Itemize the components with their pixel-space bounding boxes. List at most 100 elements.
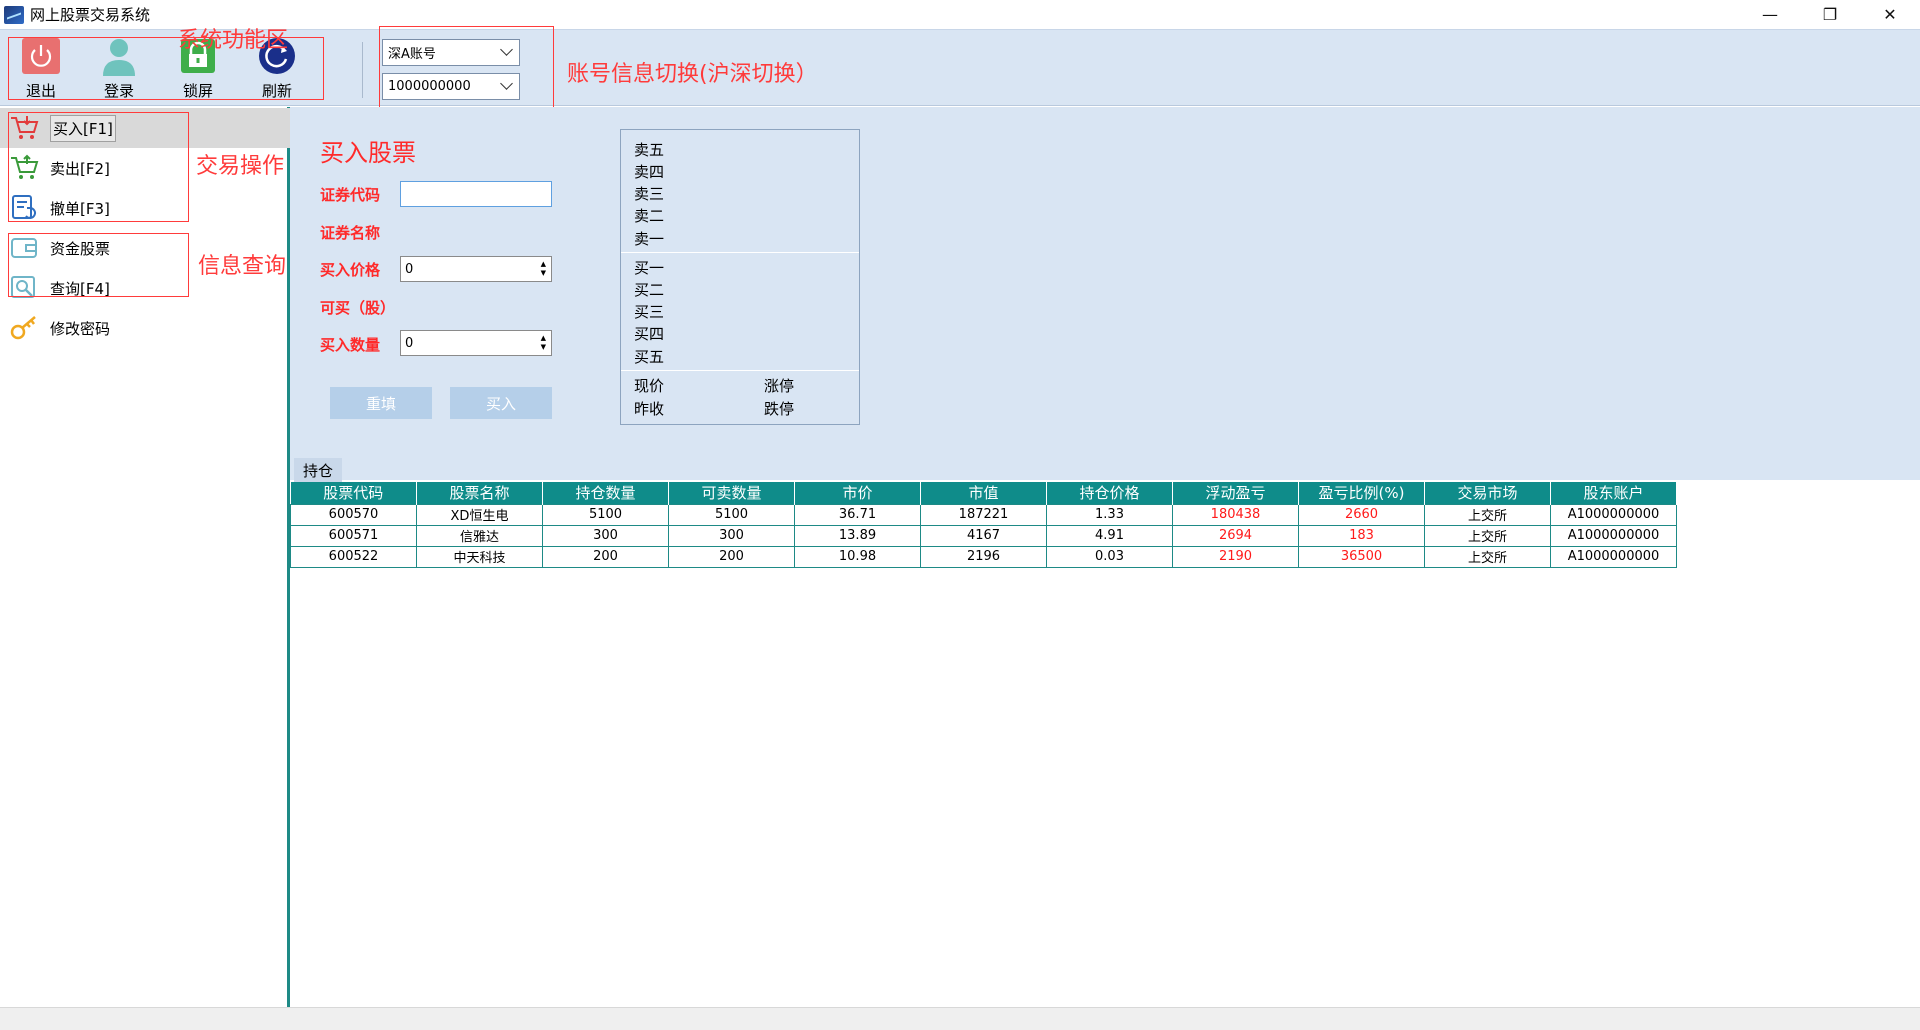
- buy-quantity-label: 买入数量: [320, 336, 381, 354]
- table-cell: 600522: [290, 545, 417, 568]
- column-header[interactable]: 持仓数量: [542, 482, 669, 504]
- sell-level-5: 卖五: [634, 141, 665, 159]
- annotation-box-trade: [8, 112, 189, 222]
- buy-quantity-value: 0: [405, 335, 414, 351]
- table-cell: 上交所: [1424, 503, 1551, 526]
- buy-quantity-stepper[interactable]: 0 ▲ ▼: [400, 330, 552, 356]
- table-row[interactable]: 600570 XD恒生电 5100 5100 36.71 187221 1.33 180438…: [290, 503, 1677, 526]
- holdings-grid-area: 股票代码 股票名称 持仓数量 可卖数量 市价 市值 持仓价格 浮动盈亏 盈亏比例(%) 交易市场股…: [290, 482, 1920, 1007]
- table-cell: A1000000000: [1550, 545, 1677, 568]
- buy-panel: 买入股票 证券代码 证券名称 买入价格 0 ▲ ▼ 可买（股） 买入数量 0 ▲…: [290, 107, 1920, 480]
- table-cell: 300: [542, 524, 669, 547]
- buy-level-5: 买五: [634, 348, 665, 366]
- limit-up-label: 涨停: [764, 377, 795, 395]
- sidebar-item-change-password[interactable]: 修改密码: [0, 308, 290, 348]
- security-name-label: 证券名称: [320, 224, 381, 242]
- buy-price-stepper[interactable]: 0 ▲ ▼: [400, 256, 552, 282]
- table-cell: 10.98: [794, 545, 921, 568]
- sell-level-1: 卖一: [634, 230, 665, 248]
- buy-level-2: 买二: [634, 281, 665, 299]
- column-header[interactable]: 股东账户: [1550, 482, 1677, 504]
- toolbar-separator: [362, 42, 363, 98]
- table-cell: 200: [542, 545, 669, 568]
- status-bar: [0, 1007, 1920, 1030]
- column-header[interactable]: 交易市场: [1424, 482, 1551, 504]
- buy-button[interactable]: 买入: [450, 387, 552, 419]
- table-row[interactable]: 600522 中天科技 200 200 10.98 2196 0.03 2190 36500 上交…: [290, 545, 1677, 568]
- holdings-table: 股票代码 股票名称 持仓数量 可卖数量 市价 市值 持仓价格 浮动盈亏 盈亏比例(%) 交易市场股…: [290, 482, 1677, 568]
- table-cell: 1.33: [1046, 503, 1173, 526]
- security-code-input[interactable]: [400, 181, 552, 207]
- table-cell: 13.89: [794, 524, 921, 547]
- table-cell: 600571: [290, 524, 417, 547]
- table-cell: A1000000000: [1550, 503, 1677, 526]
- sell-level-3: 卖三: [634, 185, 665, 203]
- limit-down-label: 跌停: [764, 400, 795, 418]
- app-logo-icon: [4, 5, 24, 24]
- column-header[interactable]: 浮动盈亏: [1172, 482, 1299, 504]
- annotation-system-area: 系统功能区: [178, 28, 289, 53]
- quote-divider: [621, 370, 859, 371]
- table-cell: 36500: [1298, 545, 1425, 568]
- spin-up-icon[interactable]: ▲: [541, 335, 546, 342]
- window-title: 网上股票交易系统: [30, 6, 151, 24]
- tab-holdings[interactable]: 持仓: [294, 458, 342, 482]
- sell-level-4: 卖四: [634, 163, 665, 181]
- table-cell: 180438: [1172, 503, 1299, 526]
- column-header[interactable]: 持仓价格: [1046, 482, 1173, 504]
- annotation-box-account: [379, 26, 554, 117]
- table-cell: 2196: [920, 545, 1047, 568]
- column-header[interactable]: 市值: [920, 482, 1047, 504]
- table-cell: 4.91: [1046, 524, 1173, 547]
- table-cell: 300: [668, 524, 795, 547]
- restore-button[interactable]: ❐: [1800, 0, 1860, 29]
- annotation-info-query: 信息查询: [198, 254, 287, 279]
- buy-level-3: 买三: [634, 303, 665, 321]
- buy-price-value: 0: [405, 261, 414, 277]
- table-cell: A1000000000: [1550, 524, 1677, 547]
- column-header[interactable]: 市价: [794, 482, 921, 504]
- quote-divider: [621, 252, 859, 253]
- annotation-trade-ops: 交易操作: [196, 154, 285, 179]
- buy-price-label: 买入价格: [320, 261, 381, 279]
- table-cell: 4167: [920, 524, 1047, 547]
- sidebar-item-label: 修改密码: [50, 319, 111, 338]
- table-cell: 200: [668, 545, 795, 568]
- reset-button[interactable]: 重填: [330, 387, 432, 419]
- table-cell: 上交所: [1424, 524, 1551, 547]
- available-shares-label: 可买（股）: [320, 299, 396, 317]
- close-button[interactable]: ✕: [1860, 0, 1920, 29]
- holdings-tab-strip: 持仓: [290, 455, 1920, 482]
- column-header[interactable]: 盈亏比例(%): [1298, 482, 1425, 504]
- table-header-row: 股票代码 股票名称 持仓数量 可卖数量 市价 市值 持仓价格 浮动盈亏 盈亏比例(%) 交易市场股…: [290, 482, 1677, 504]
- spin-up-icon[interactable]: ▲: [541, 261, 546, 268]
- spin-down-icon[interactable]: ▼: [541, 270, 546, 277]
- table-cell: 中天科技: [416, 545, 543, 568]
- table-cell: 0.03: [1046, 545, 1173, 568]
- annotation-account-switch: 账号信息切换(沪深切换）: [567, 62, 818, 87]
- quote-panel: 卖五 卖四 卖三 卖二 卖一 买一 买二 买三 买四 买五 现价 涨停 昨收 跌…: [620, 129, 860, 425]
- table-cell: 5100: [668, 503, 795, 526]
- table-cell: 2694: [1172, 524, 1299, 547]
- table-cell: 5100: [542, 503, 669, 526]
- table-cell: 信雅达: [416, 524, 543, 547]
- spin-down-icon[interactable]: ▼: [541, 344, 546, 351]
- buy-level-1: 买一: [634, 259, 665, 277]
- buy-form-title: 买入股票: [320, 139, 416, 167]
- table-cell: 上交所: [1424, 545, 1551, 568]
- sell-level-2: 卖二: [634, 207, 665, 225]
- table-cell: 600570: [290, 503, 417, 526]
- security-code-label: 证券代码: [320, 186, 381, 204]
- prev-close-label: 昨收: [634, 400, 665, 418]
- table-cell: 2660: [1298, 503, 1425, 526]
- column-header[interactable]: 可卖数量: [668, 482, 795, 504]
- column-header[interactable]: 股票名称: [416, 482, 543, 504]
- table-cell: 2190: [1172, 545, 1299, 568]
- annotation-box-query: [8, 233, 189, 297]
- table-cell: 183: [1298, 524, 1425, 547]
- key-icon: [8, 312, 40, 344]
- column-header[interactable]: 股票代码: [290, 482, 417, 504]
- table-row[interactable]: 600571 信雅达 300 300 13.89 4167 4.91 2694 183 上交所 A1…: [290, 524, 1677, 547]
- current-price-label: 现价: [634, 377, 665, 395]
- minimize-button[interactable]: —: [1740, 0, 1800, 29]
